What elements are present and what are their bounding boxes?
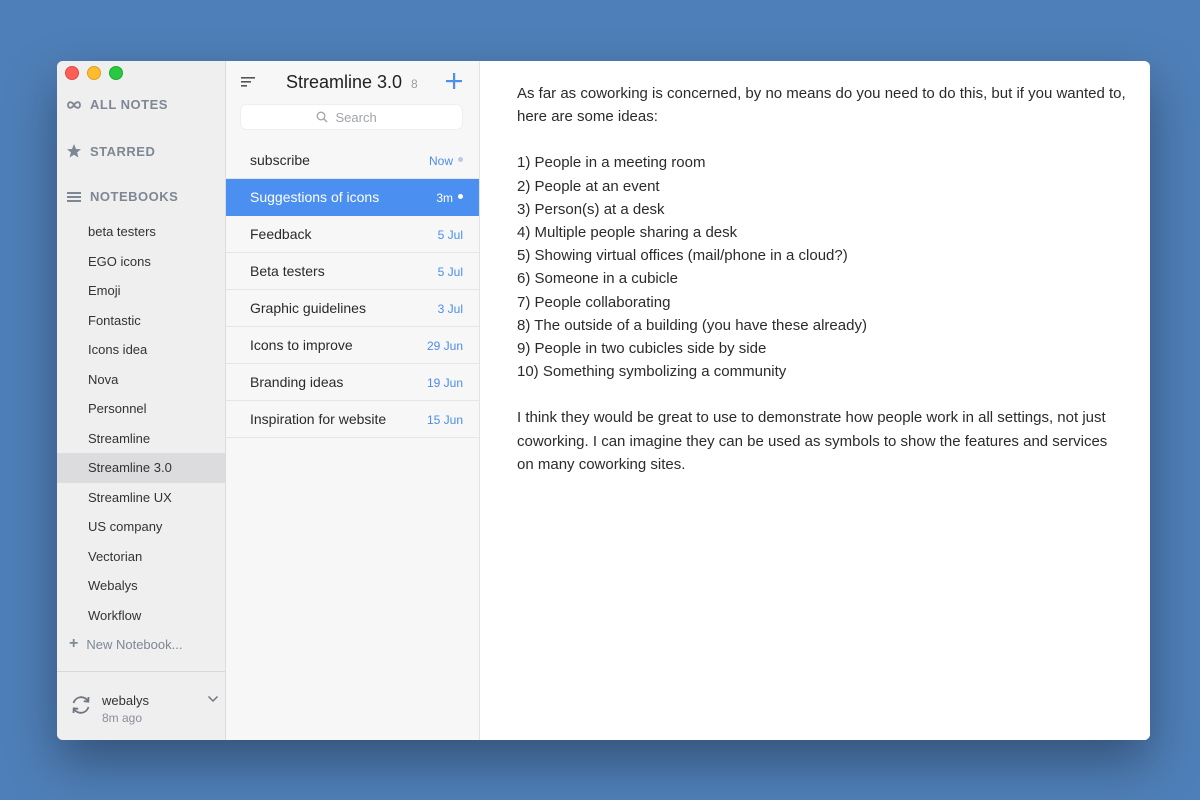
nav-starred[interactable]: STARRED <box>66 143 155 159</box>
account-name: webalys <box>102 693 149 708</box>
list-item[interactable]: Inspiration for website 15 Jun <box>226 401 479 438</box>
note-editor[interactable]: As far as coworking is concerned, by no … <box>480 61 1150 740</box>
unsynced-dot <box>458 194 463 199</box>
note-title: Graphic guidelines <box>250 300 366 316</box>
sync-time: 8m ago <box>102 711 143 725</box>
notebook-item[interactable]: Fontastic <box>57 306 225 336</box>
note-list-panel: Streamline 3.0 8 subscribe Now Sug <box>226 61 480 740</box>
plus-icon: + <box>69 635 79 652</box>
window-controls <box>65 66 123 80</box>
notebook-item[interactable]: Nova <box>57 365 225 395</box>
note-date: 19 Jun <box>426 376 463 390</box>
note-date: 3m <box>436 191 453 205</box>
notebook-item[interactable]: Webalys <box>57 571 225 601</box>
notebook-item[interactable]: Vectorian <box>57 542 225 572</box>
note-title: Beta testers <box>250 263 325 279</box>
note-date: 29 Jun <box>426 339 463 353</box>
note-date: Now <box>428 154 453 168</box>
note-list-line: 3) Person(s) at a desk <box>517 200 665 218</box>
notes-list: subscribe Now Suggestions of icons 3m Fe… <box>226 142 479 438</box>
notebook-item[interactable]: US company <box>57 512 225 542</box>
note-list-line: 4) Multiple people sharing a desk <box>517 224 738 242</box>
notebook-list: beta testers EGO icons Emoji Fontastic I… <box>57 217 225 630</box>
notebook-item[interactable]: Icons idea <box>57 335 225 365</box>
nav-all-notes-label: ALL NOTES <box>90 97 168 112</box>
notebook-item[interactable]: EGO icons <box>57 247 225 277</box>
note-date: 15 Jun <box>426 413 463 427</box>
note-title: Icons to improve <box>250 337 353 353</box>
note-count: 8 <box>411 77 418 91</box>
new-notebook-label: New Notebook... <box>86 636 183 652</box>
chevron-down-icon[interactable] <box>207 695 219 703</box>
note-paragraph: As far as coworking is concerned, by no … <box>517 85 1126 126</box>
list-item[interactable]: Beta testers 5 Jul <box>226 253 479 290</box>
zoom-window-button[interactable] <box>109 66 123 80</box>
new-notebook-button[interactable]: + New Notebook... <box>69 635 182 653</box>
note-list-line: 2) People at an event <box>517 177 660 195</box>
note-date: 5 Jul <box>437 228 463 242</box>
sidebar: ALL NOTES STARRED NOTEBOOKS beta testers… <box>57 61 226 740</box>
note-list-line: 1) People in a meeting room <box>517 154 706 172</box>
list-item[interactable]: subscribe Now <box>226 142 479 179</box>
note-list-header: Streamline 3.0 8 <box>226 61 479 141</box>
note-list-line: 10) Something symbolizing a community <box>517 363 787 381</box>
note-paragraph: I think they would be great to use to de… <box>517 409 1108 473</box>
sidebar-divider <box>57 671 225 672</box>
list-item[interactable]: Branding ideas 19 Jun <box>226 364 479 401</box>
note-title: subscribe <box>250 152 310 168</box>
nav-notebooks-label: NOTEBOOKS <box>90 189 179 204</box>
note-title: Inspiration for website <box>250 411 387 427</box>
note-title: Suggestions of icons <box>250 189 380 205</box>
list-icon <box>67 191 81 202</box>
note-date: 3 Jul <box>437 302 463 316</box>
search-bar[interactable] <box>241 105 462 129</box>
note-list-line: 9) People in two cubicles side by side <box>517 340 767 358</box>
list-item[interactable]: Icons to improve 29 Jun <box>226 327 479 364</box>
notebook-item-selected[interactable]: Streamline 3.0 <box>57 453 225 483</box>
notebook-item[interactable]: Personnel <box>57 394 225 424</box>
search-icon <box>316 111 327 123</box>
sync-icon <box>72 696 90 714</box>
list-item-selected[interactable]: Suggestions of icons 3m <box>226 179 479 216</box>
notebook-item[interactable]: Emoji <box>57 276 225 306</box>
note-title: Branding ideas <box>250 374 344 390</box>
nav-all-notes[interactable]: ALL NOTES <box>66 97 168 112</box>
list-item[interactable]: Graphic guidelines 3 Jul <box>226 290 479 327</box>
infinity-icon <box>67 100 81 109</box>
note-list-line: 8) The outside of a building (you have t… <box>517 316 867 334</box>
list-item[interactable]: Feedback 5 Jul <box>226 216 479 253</box>
note-list-line: 7) People collaborating <box>517 293 671 311</box>
minimize-window-button[interactable] <box>87 66 101 80</box>
nav-notebooks[interactable]: NOTEBOOKS <box>66 189 178 204</box>
note-title: Feedback <box>250 226 312 242</box>
notebook-item[interactable]: Workflow <box>57 601 225 631</box>
note-date: 5 Jul <box>437 265 463 279</box>
notebook-item[interactable]: Streamline <box>57 424 225 454</box>
nav-starred-label: STARRED <box>90 143 156 159</box>
sort-icon[interactable] <box>240 75 256 89</box>
close-window-button[interactable] <box>65 66 79 80</box>
note-body[interactable]: As far as coworking is concerned, by no … <box>517 82 1127 476</box>
account-sync[interactable]: webalys 8m ago <box>69 685 219 731</box>
search-input[interactable] <box>333 108 388 126</box>
notebook-title: Streamline 3.0 <box>286 72 403 92</box>
star-icon <box>67 144 81 158</box>
notebook-item[interactable]: beta testers <box>57 217 225 247</box>
note-list-line: 5) Showing virtual offices (mail/phone i… <box>517 247 848 265</box>
app-window: ALL NOTES STARRED NOTEBOOKS beta testers… <box>57 61 1150 740</box>
unsynced-dot <box>458 157 463 162</box>
notebook-item[interactable]: Streamline UX <box>57 483 225 513</box>
note-list-line: 6) Someone in a cubicle <box>517 270 678 288</box>
add-note-icon[interactable] <box>444 71 464 91</box>
